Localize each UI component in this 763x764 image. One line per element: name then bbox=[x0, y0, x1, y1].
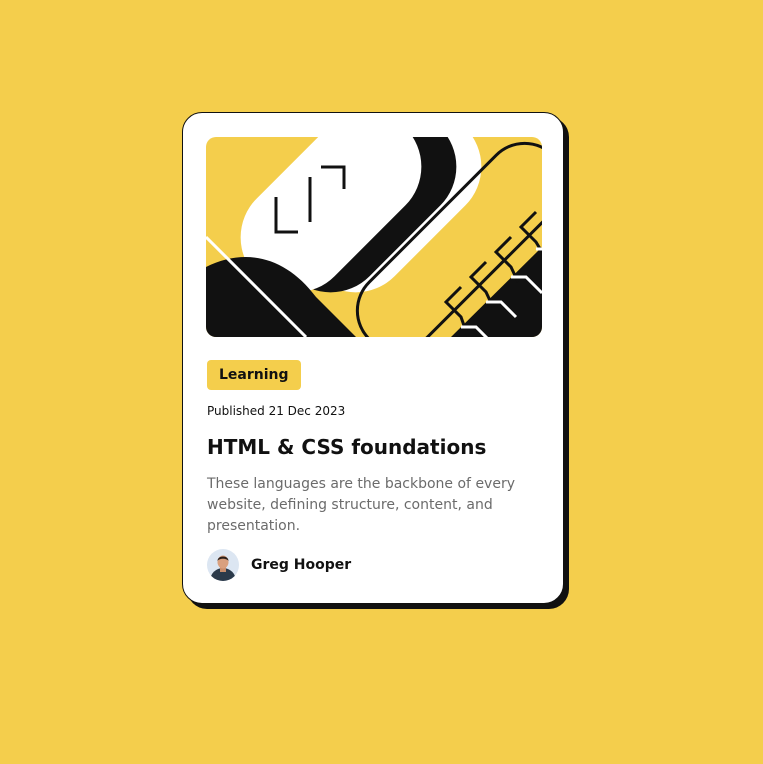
card-description: These languages are the backbone of ever… bbox=[207, 476, 515, 534]
abstract-code-illustration-icon bbox=[206, 137, 542, 337]
card-illustration bbox=[206, 137, 542, 337]
category-tag[interactable]: Learning bbox=[207, 360, 301, 390]
card-title[interactable]: HTML & CSS foundations bbox=[207, 433, 486, 461]
author-avatar-icon bbox=[207, 549, 239, 581]
blog-preview-card: Learning Published 21 Dec 2023 HTML & CS… bbox=[182, 112, 564, 604]
published-date: Published 21 Dec 2023 bbox=[207, 404, 346, 418]
author: Greg Hooper bbox=[207, 549, 351, 581]
author-name: Greg Hooper bbox=[251, 557, 352, 573]
